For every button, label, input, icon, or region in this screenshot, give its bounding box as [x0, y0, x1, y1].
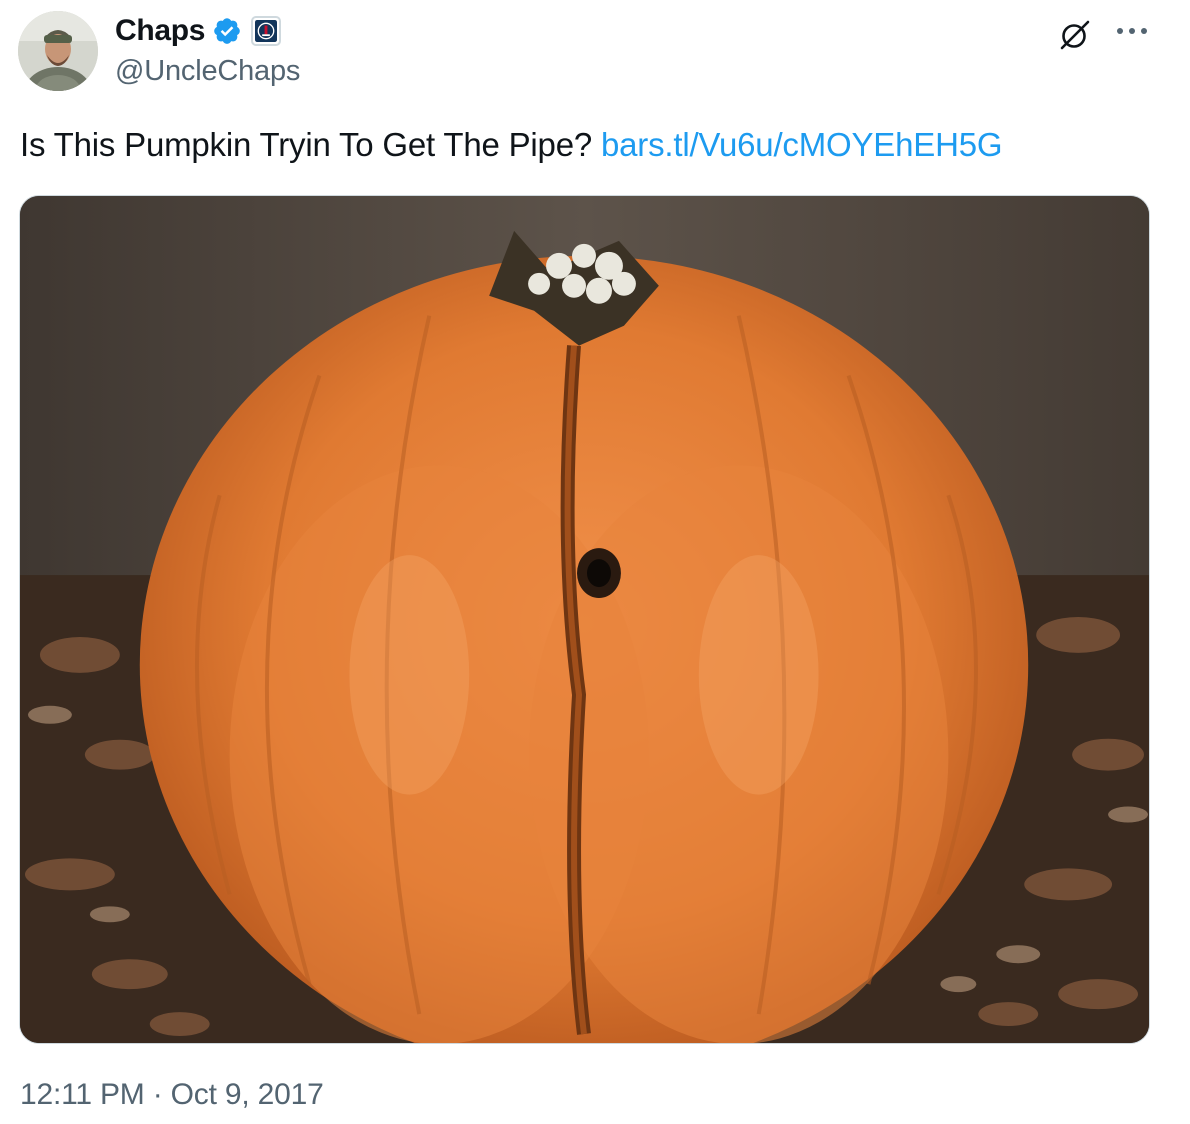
display-name[interactable]: Chaps: [115, 14, 205, 48]
author-info: Chaps @UncleChaps: [115, 12, 300, 88]
timestamp-date: Oct 9, 2017: [170, 1078, 324, 1111]
name-row: Chaps: [115, 12, 300, 50]
tweet-body: Is This Pumpkin Tryin To Get The Pipe?: [20, 126, 593, 163]
avatar[interactable]: [18, 11, 98, 91]
tweet-card: Chaps @UncleChaps Is This Pumpkin Tryin …: [0, 0, 1190, 1124]
handle[interactable]: @UncleChaps: [115, 55, 300, 88]
pumpkin-photo: [20, 196, 1149, 1043]
tweet-text: Is This Pumpkin Tryin To Get The Pipe? b…: [20, 126, 1003, 164]
avatar-image: [18, 11, 98, 91]
grok-icon[interactable]: [1057, 17, 1093, 53]
tweet-media-photo[interactable]: [19, 195, 1150, 1044]
verified-badge-icon[interactable]: [212, 16, 242, 46]
timestamp-time: 12:11 PM: [20, 1078, 145, 1111]
more-options-icon[interactable]: [1112, 17, 1152, 47]
barstool-affiliate-icon[interactable]: [251, 16, 282, 46]
tweet-timestamp[interactable]: 12:11 PM · Oct 9, 2017: [20, 1078, 324, 1112]
tweet-link[interactable]: bars.tl/Vu6u/cMOYEhEH5G: [601, 126, 1003, 163]
timestamp-separator: ·: [152, 1078, 163, 1111]
